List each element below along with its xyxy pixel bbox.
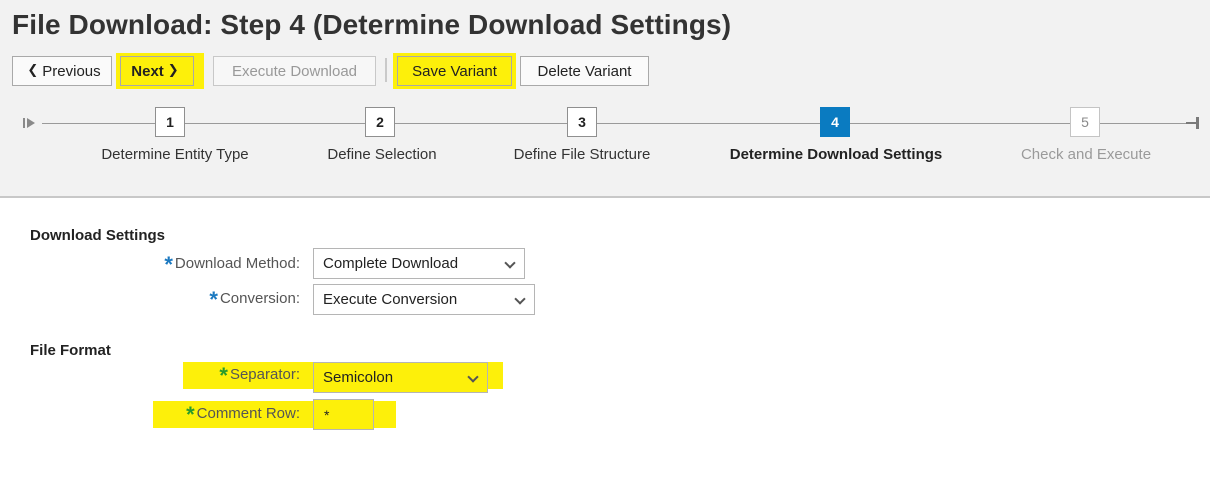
chevron-left-icon: ❮ <box>27 62 39 77</box>
chevron-right-icon: ❯ <box>167 62 179 77</box>
execute-download-button[interactable]: Execute Download <box>213 56 376 86</box>
required-marker: * <box>209 287 218 312</box>
file-format-title: File Format <box>30 342 111 359</box>
previous-button[interactable]: ❮ Previous <box>12 56 112 86</box>
comment-row-label: * Comment Row: <box>186 402 300 427</box>
roadmap-step-4-label[interactable]: Determine Download Settings <box>730 146 943 163</box>
next-button[interactable]: Next ❯ <box>120 56 194 86</box>
delete-variant-label: Delete Variant <box>537 62 632 80</box>
roadmap-start-icon <box>22 116 38 130</box>
download-method-label: * Download Method: <box>164 252 300 277</box>
separator-select[interactable]: Semicolon <box>313 362 488 393</box>
roadmap-step-2-label[interactable]: Define Selection <box>327 146 436 163</box>
required-marker: * <box>219 363 228 388</box>
roadmap-step-4[interactable]: 4 <box>820 107 850 137</box>
previous-button-label: Previous <box>42 62 101 80</box>
roadmap-step-3-label[interactable]: Define File Structure <box>514 146 651 163</box>
section-divider <box>0 196 1210 198</box>
conversion-select[interactable]: Execute Conversion <box>313 284 535 315</box>
roadmap-line <box>42 123 1188 124</box>
separator-label: * Separator: <box>219 363 300 388</box>
chevron-down-icon <box>467 371 479 383</box>
roadmap-step-5-label: Check and Execute <box>1020 146 1152 163</box>
chevron-down-icon <box>514 293 526 305</box>
save-variant-label: Save Variant <box>412 62 497 80</box>
chevron-down-icon <box>504 257 516 269</box>
roadmap-step-1-label[interactable]: Determine Entity Type <box>101 146 248 163</box>
conversion-label: * Conversion: <box>209 287 300 312</box>
required-marker: * <box>164 252 173 277</box>
roadmap: 1 Determine Entity Type 2 Define Selecti… <box>0 92 1210 196</box>
page-title: File Download: Step 4 (Determine Downloa… <box>12 9 732 40</box>
next-button-label: Next <box>131 62 164 80</box>
toolbar-separator <box>385 58 387 82</box>
comment-row-input[interactable]: * <box>313 399 374 430</box>
execute-download-label: Execute Download <box>231 62 358 80</box>
required-marker: * <box>186 402 195 427</box>
roadmap-step-5: 5 <box>1070 107 1100 137</box>
save-variant-button[interactable]: Save Variant <box>397 56 512 86</box>
delete-variant-button[interactable]: Delete Variant <box>520 56 649 86</box>
download-settings-title: Download Settings <box>30 227 165 244</box>
roadmap-step-2[interactable]: 2 <box>365 107 395 137</box>
roadmap-step-3[interactable]: 3 <box>567 107 597 137</box>
roadmap-step-1[interactable]: 1 <box>155 107 185 137</box>
roadmap-end-icon <box>1186 116 1202 130</box>
download-method-select[interactable]: Complete Download <box>313 248 525 279</box>
